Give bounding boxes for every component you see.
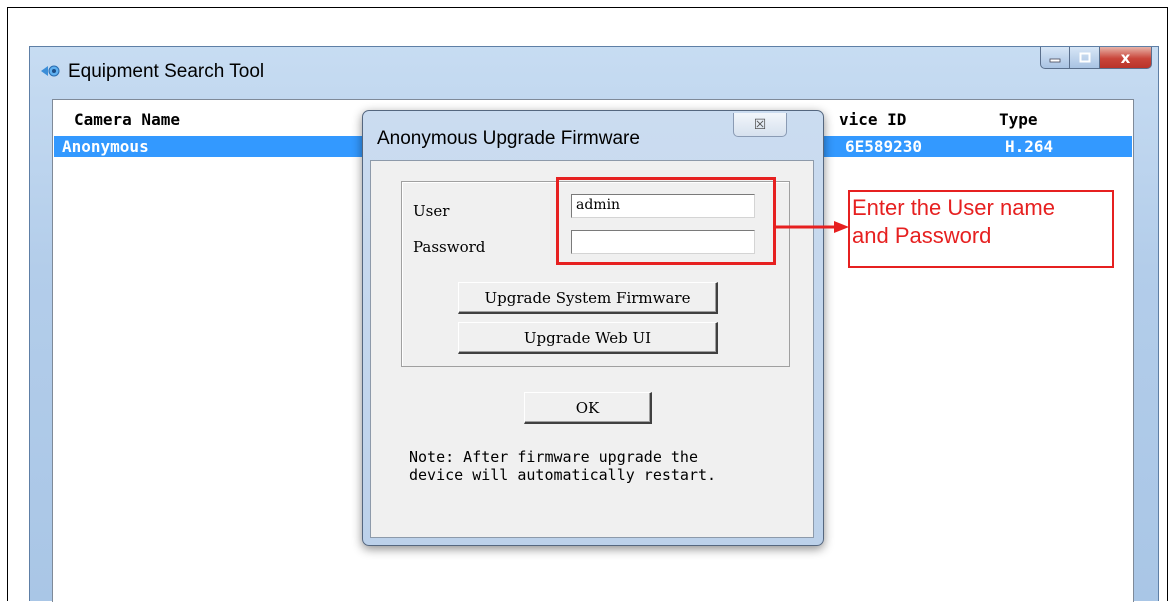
upgrade-web-ui-button[interactable]: Upgrade Web UI (458, 322, 718, 354)
upgrade-note: Note: After firmware upgrade the device … (409, 448, 716, 484)
minimize-icon (1049, 58, 1061, 62)
password-label: Password (413, 238, 486, 256)
type-cell: H.264 (1005, 137, 1054, 156)
maximize-icon (1079, 52, 1090, 63)
annotation-callout: Enter the User name and Password (848, 190, 1114, 268)
window-title: Equipment Search Tool (68, 61, 265, 82)
column-header-device-id[interactable]: vice ID (839, 110, 906, 129)
arrow-icon (776, 221, 849, 233)
window-controls: x (1040, 47, 1152, 71)
ok-button[interactable]: OK (524, 392, 652, 424)
maximize-button[interactable] (1070, 47, 1100, 69)
minimize-button[interactable] (1040, 47, 1070, 69)
upgrade-system-firmware-button[interactable]: Upgrade System Firmware (458, 282, 718, 314)
user-label: User (413, 202, 450, 220)
note-line-1: Note: After firmware upgrade the (409, 448, 698, 466)
upgrade-firmware-dialog: Anonymous Upgrade Firmware ☒ User admin … (362, 110, 824, 546)
annotation-line-1: Enter the User name (852, 195, 1055, 220)
camera-name-cell: Anonymous (62, 137, 149, 156)
title-bar: Equipment Search Tool x (30, 47, 1158, 93)
search-tool-icon (41, 65, 60, 77)
column-header-camera-name[interactable]: Camera Name (74, 110, 180, 129)
device-id-cell: 6E589230 (845, 137, 923, 156)
close-icon: ☒ (753, 116, 767, 133)
dialog-title: Anonymous Upgrade Firmware (377, 128, 640, 149)
annotation-line-2: and Password (852, 223, 992, 248)
note-line-2: device will automatically restart. (409, 466, 717, 484)
highlight-box (556, 177, 776, 265)
close-icon: x (1120, 48, 1131, 67)
dialog-close-button[interactable]: ☒ (733, 113, 787, 137)
column-header-type[interactable]: Type (999, 110, 1038, 129)
close-button[interactable]: x (1100, 47, 1152, 69)
